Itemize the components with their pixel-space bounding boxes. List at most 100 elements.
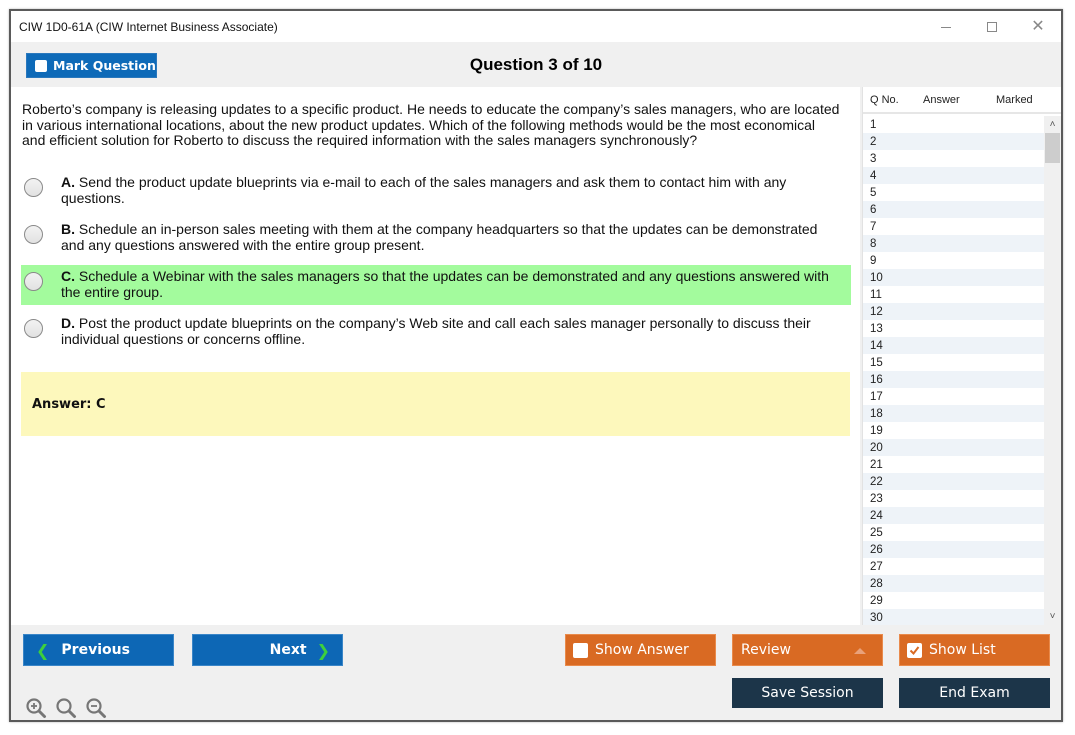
question-list-row[interactable]: 5 [863, 184, 1045, 201]
question-list-row[interactable]: 24 [863, 507, 1045, 524]
option-a[interactable]: A. Send the product update blueprints vi… [21, 171, 851, 211]
column-header-marked: Marked [996, 93, 1033, 106]
question-number: 12 [870, 305, 883, 318]
question-list-row[interactable]: 20 [863, 439, 1045, 456]
question-list-row[interactable]: 1 [863, 116, 1045, 133]
maximize-button[interactable] [969, 11, 1015, 42]
question-list-rows: 1 2 3 4 5 6 7 8 9 10 11 12 13 14 15 16 17 18 19 20 21 22 23 24 2… [863, 116, 1045, 626]
question-list-row[interactable]: 6 [863, 201, 1045, 218]
question-list-row[interactable]: 7 [863, 218, 1045, 235]
radio-button[interactable] [24, 225, 43, 244]
question-number: 3 [870, 152, 877, 165]
question-list-row[interactable]: 16 [863, 371, 1045, 388]
question-list-row[interactable]: 8 [863, 235, 1045, 252]
question-number: 1 [870, 118, 877, 131]
previous-button[interactable]: ❮ Previous [23, 634, 174, 666]
question-number: 16 [870, 373, 883, 386]
question-list-row[interactable]: 18 [863, 405, 1045, 422]
zoom-reset-icon[interactable] [55, 697, 77, 724]
question-number: 20 [870, 441, 883, 454]
scroll-down-icon[interactable]: ˅ [1044, 608, 1061, 625]
option-c[interactable]: C. Schedule a Webinar with the sales man… [21, 265, 851, 305]
column-header-answer: Answer [923, 93, 960, 106]
close-button[interactable]: ✕ [1015, 11, 1061, 42]
show-answer-label: Show Answer [595, 642, 689, 658]
radio-button[interactable] [24, 178, 43, 197]
question-list-row[interactable]: 19 [863, 422, 1045, 439]
question-number: 14 [870, 339, 883, 352]
question-list-row[interactable]: 30 [863, 609, 1045, 626]
question-number: 4 [870, 169, 877, 182]
next-label: Next [269, 642, 307, 658]
question-number: 6 [870, 203, 877, 216]
review-label: Review [741, 642, 791, 658]
question-number: 10 [870, 271, 883, 284]
review-dropdown[interactable]: Review [732, 634, 883, 666]
question-list-row[interactable]: 26 [863, 541, 1045, 558]
previous-label: Previous [61, 642, 130, 658]
question-list-row[interactable]: 23 [863, 490, 1045, 507]
save-session-button[interactable]: Save Session [732, 678, 883, 708]
maximize-icon [987, 21, 997, 32]
show-list-checkbox-icon [907, 642, 922, 658]
answer-box: Answer: C [21, 372, 850, 436]
minimize-icon [941, 27, 951, 28]
question-list-header: Q No. Answer Marked [863, 87, 1061, 114]
column-header-qno: Q No. [870, 93, 899, 106]
caret-up-icon [854, 648, 866, 654]
question-list-row[interactable]: 11 [863, 286, 1045, 303]
question-number: 13 [870, 322, 883, 335]
minimize-button[interactable] [923, 11, 969, 42]
question-list-row[interactable]: 10 [863, 269, 1045, 286]
question-number: 11 [870, 288, 882, 301]
question-number: 26 [870, 543, 883, 556]
end-exam-button[interactable]: End Exam [899, 678, 1050, 708]
question-number: 2 [870, 135, 877, 148]
question-list-row[interactable]: 2 [863, 133, 1045, 150]
next-button[interactable]: Next ❯ [192, 634, 343, 666]
question-number: 17 [870, 390, 883, 403]
question-list-scrollbar[interactable]: ˄ ˅ [1044, 116, 1061, 625]
option-text: Send the product update blueprints via e… [61, 174, 787, 206]
question-list-row[interactable]: 21 [863, 456, 1045, 473]
save-session-label: Save Session [761, 685, 854, 701]
option-letter: D. [61, 315, 79, 331]
question-number: 8 [870, 237, 877, 250]
option-d[interactable]: D. Post the product update blueprints on… [21, 312, 851, 352]
answer-text: Answer: C [32, 396, 106, 412]
question-number: 22 [870, 475, 883, 488]
question-list-row[interactable]: 9 [863, 252, 1045, 269]
show-answer-button[interactable]: Show Answer [565, 634, 716, 666]
question-list-row[interactable]: 4 [863, 167, 1045, 184]
show-list-button[interactable]: Show List [899, 634, 1050, 666]
option-text: Schedule a Webinar with the sales manage… [61, 268, 829, 300]
scroll-up-icon[interactable]: ˄ [1044, 116, 1061, 133]
radio-button[interactable] [24, 272, 43, 291]
question-list-row[interactable]: 28 [863, 575, 1045, 592]
option-b[interactable]: B. Schedule an in-person sales meeting w… [21, 218, 851, 258]
question-list-row[interactable]: 3 [863, 150, 1045, 167]
option-letter: A. [61, 174, 79, 190]
question-list-row[interactable]: 29 [863, 592, 1045, 609]
scroll-thumb[interactable] [1045, 133, 1060, 163]
question-list-row[interactable]: 12 [863, 303, 1045, 320]
question-list-row[interactable]: 22 [863, 473, 1045, 490]
question-title: Question 3 of 10 [469, 55, 603, 74]
chevron-left-icon: ❮ [36, 640, 50, 660]
radio-button[interactable] [24, 319, 43, 338]
question-number: 18 [870, 407, 883, 420]
end-exam-label: End Exam [939, 685, 1010, 701]
zoom-out-icon[interactable] [85, 697, 107, 724]
footer-toolbar: ❮ Previous Next ❯ Show Answer Review Sho… [11, 625, 1061, 720]
app-window: CIW 1D0-61A (CIW Internet Business Assoc… [9, 9, 1063, 722]
question-number: 28 [870, 577, 883, 590]
question-list-row[interactable]: 13 [863, 320, 1045, 337]
question-number: 5 [870, 186, 877, 199]
question-list-row[interactable]: 14 [863, 337, 1045, 354]
zoom-in-icon[interactable] [25, 697, 47, 724]
question-list-row[interactable]: 25 [863, 524, 1045, 541]
question-list-row[interactable]: 17 [863, 388, 1045, 405]
question-list-row[interactable]: 27 [863, 558, 1045, 575]
question-list-row[interactable]: 15 [863, 354, 1045, 371]
question-number: 29 [870, 594, 883, 607]
